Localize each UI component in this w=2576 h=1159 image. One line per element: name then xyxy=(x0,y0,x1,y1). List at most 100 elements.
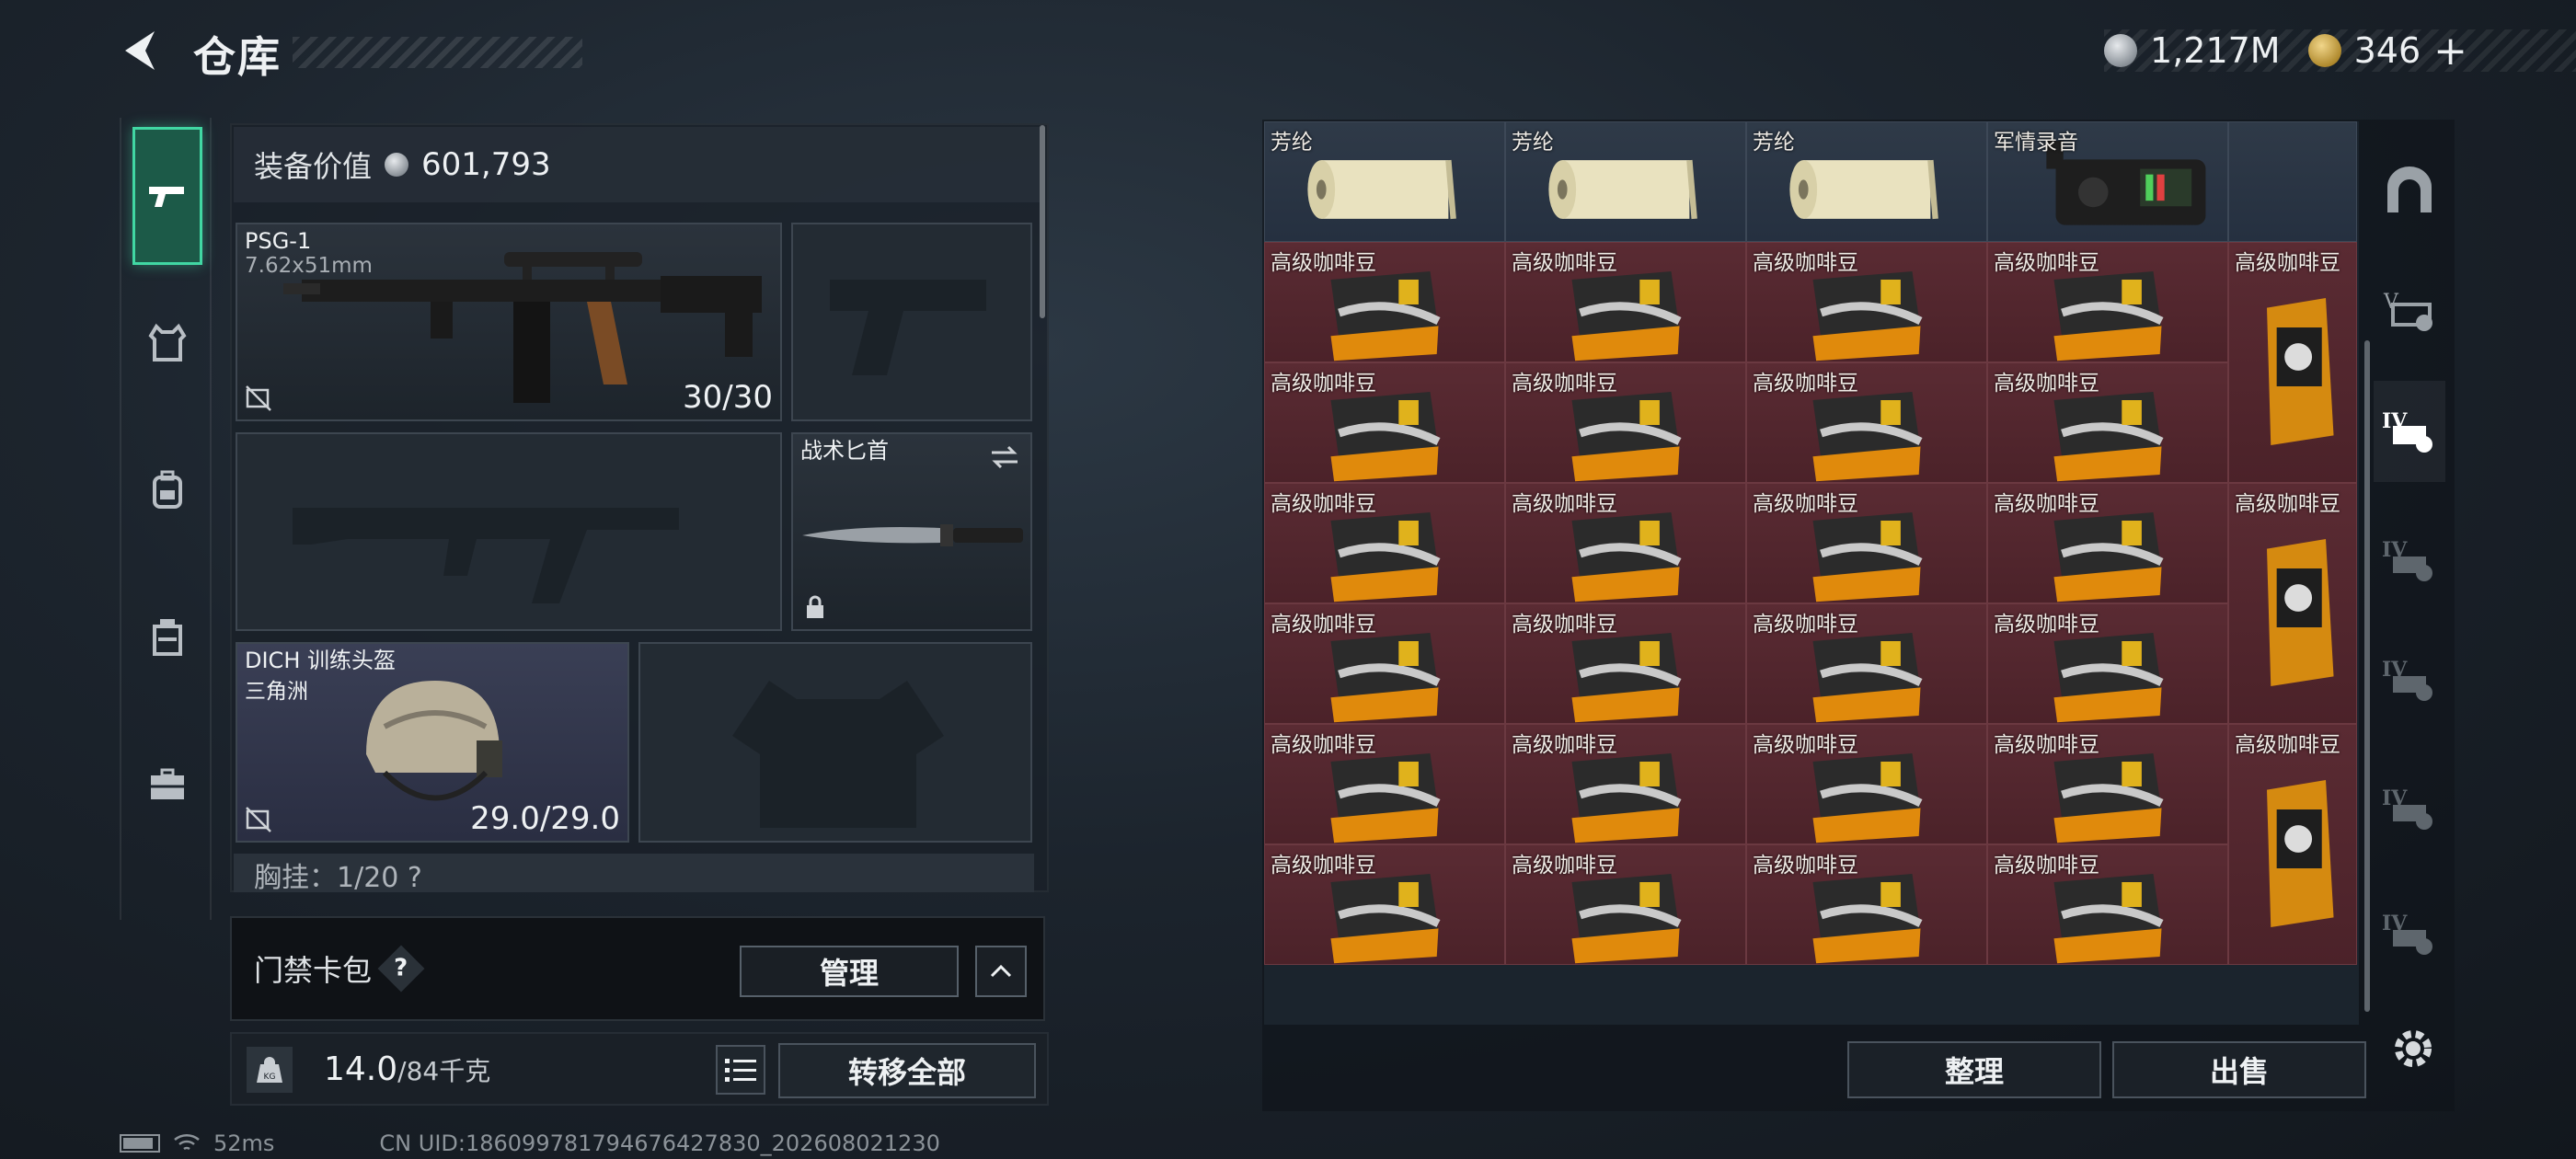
swap-icon[interactable] xyxy=(988,443,1021,471)
coffee-bag-image xyxy=(2053,512,2164,602)
manage-button[interactable]: 管理 xyxy=(740,946,959,997)
stash-rail: V IV IV IV IV IV xyxy=(2364,120,2455,1021)
armor-slot[interactable] xyxy=(638,642,1032,843)
coffee-bag-image xyxy=(1812,512,1923,602)
rail-case[interactable] xyxy=(132,716,202,854)
rr-stash-5[interactable]: V xyxy=(2374,261,2445,362)
item-label: 高级咖啡豆 xyxy=(1994,854,2099,878)
coffee-bean-item-tall[interactable]: 高级咖啡豆 xyxy=(2228,724,2357,965)
ping-value: 52ms xyxy=(213,1130,275,1156)
rr-stash-main[interactable] xyxy=(2374,142,2445,243)
transfer-all-button[interactable]: 转移全部 xyxy=(778,1043,1036,1098)
coffee-bean-item[interactable]: 高级咖啡豆 xyxy=(1987,362,2228,483)
coffee-bean-item[interactable]: 高级咖啡豆 xyxy=(1746,483,1987,603)
helmet-durability: 29.0/29.0 xyxy=(470,800,620,837)
coffee-bean-item[interactable]: 高级咖啡豆 xyxy=(1746,844,1987,965)
coffee-bean-item[interactable]: 高级咖啡豆 xyxy=(1505,362,1746,483)
aramid-roll-image xyxy=(1789,159,1938,220)
rr-stash-4e[interactable]: IV xyxy=(2374,883,2445,984)
expand-button[interactable] xyxy=(975,946,1027,997)
help-label: ? xyxy=(394,955,408,982)
storage-grid: 芳纶 芳纶 芳纶 军情录音 高级咖啡豆 高级咖啡豆 高级咖啡豆 高级咖啡豆 高级咖啡豆 高级咖啡豆… xyxy=(1264,121,2359,1025)
add-currency-button[interactable]: + xyxy=(2433,28,2467,75)
briefcase-icon xyxy=(151,768,184,799)
rail-armor[interactable] xyxy=(132,274,202,412)
coffee-bean-item[interactable]: 高级咖啡豆 xyxy=(1987,483,2228,603)
storage-item-recorder[interactable]: 军情录音 xyxy=(1987,121,2228,242)
gear-icon[interactable] xyxy=(2387,1023,2439,1074)
coffee-bean-item[interactable]: 高级咖啡豆 xyxy=(1505,724,1746,844)
weight-value: 14.0/84千克 xyxy=(324,1050,490,1088)
rr-stash-4b[interactable]: IV xyxy=(2374,510,2445,611)
rail-weapons[interactable] xyxy=(132,127,202,265)
rig-icon xyxy=(153,619,182,656)
coffee-bean-item[interactable]: 高级咖啡豆 xyxy=(1505,603,1746,724)
currency-bar: 1,217M 346 + xyxy=(2104,28,2576,75)
coffee-bean-item[interactable]: 高级咖啡豆 xyxy=(1746,242,1987,362)
coffee-bean-item[interactable]: 高级咖啡豆 xyxy=(1987,603,2228,724)
primary-weapon-slot[interactable]: PSG-1 7.62x51mm 30/30 xyxy=(236,223,782,421)
secondary-weapon-slot[interactable] xyxy=(791,223,1032,421)
storage-item-aramid[interactable]: 芳纶 xyxy=(1264,121,1505,242)
sort-button[interactable]: 整理 xyxy=(1847,1041,2101,1098)
pistol-placeholder-icon xyxy=(830,280,986,375)
help-button[interactable]: ? xyxy=(377,945,425,993)
coffee-bean-item[interactable]: 高级咖啡豆 xyxy=(1987,844,2228,965)
coffee-bag-tall-image xyxy=(2267,780,2334,927)
coffee-bean-item[interactable]: 高级咖啡豆 xyxy=(1264,483,1505,603)
lock-icon xyxy=(807,595,823,618)
storage-item-aramid[interactable]: 芳纶 xyxy=(1746,121,1987,242)
coffee-bean-item[interactable]: 高级咖啡豆 xyxy=(1987,724,2228,844)
coffee-bean-item[interactable]: 高级咖啡豆 xyxy=(1987,242,2228,362)
coffee-bean-item[interactable]: 高级咖啡豆 xyxy=(1746,724,1987,844)
coffee-bean-item-tall[interactable]: 高级咖啡豆 xyxy=(2228,483,2357,724)
melee-slot[interactable]: 战术匕首 xyxy=(791,432,1032,631)
coffee-bean-item[interactable]: 高级咖啡豆 xyxy=(1505,483,1746,603)
item-label: 高级咖啡豆 xyxy=(2235,492,2340,516)
item-label: 高级咖啡豆 xyxy=(1271,492,1376,516)
rail-backpack[interactable] xyxy=(132,421,202,559)
gold-coin-icon xyxy=(2307,34,2341,67)
coffee-bag-image xyxy=(1812,633,1923,723)
chest-rig-row[interactable]: 胸挂：1/20 ? xyxy=(234,854,1034,892)
coffee-bean-item[interactable]: 高级咖啡豆 xyxy=(1746,362,1987,483)
rr-stash-4c[interactable]: IV xyxy=(2374,629,2445,730)
back-arrow-icon[interactable] xyxy=(118,26,167,75)
rail-rig[interactable] xyxy=(132,568,202,706)
coffee-bean-item[interactable]: 高级咖啡豆 xyxy=(1264,844,1505,965)
item-label: 高级咖啡豆 xyxy=(1753,492,1858,516)
item-label: 芳纶 xyxy=(1753,131,1795,155)
list-view-button[interactable] xyxy=(716,1045,765,1095)
secondary-primary-slot[interactable] xyxy=(236,432,782,631)
item-label: 高级咖啡豆 xyxy=(1994,733,2099,757)
coffee-bean-item[interactable]: 高级咖啡豆 xyxy=(1264,242,1505,362)
coffee-bean-item[interactable]: 高级咖啡豆 xyxy=(1264,362,1505,483)
item-label: 高级咖啡豆 xyxy=(1271,854,1376,878)
coffee-bean-item-tall[interactable]: 高级咖啡豆 xyxy=(2228,242,2357,483)
coffee-bag-image xyxy=(2053,753,2164,843)
coffee-bean-item[interactable]: 高级咖啡豆 xyxy=(1505,242,1746,362)
coffee-bag-image xyxy=(1330,874,1441,964)
rifle-placeholder-icon xyxy=(293,508,679,603)
storage-item-aramid[interactable]: 芳纶 xyxy=(1505,121,1746,242)
coffee-bean-item[interactable]: 高级咖啡豆 xyxy=(1746,603,1987,724)
status-bar: 52ms CN UID:1860997817946764​27830_20260… xyxy=(120,1128,940,1159)
item-label: 军情录音 xyxy=(1994,131,2078,155)
stash-iv-locked-icon: IV xyxy=(2382,912,2432,955)
storage-cell-empty[interactable] xyxy=(2228,121,2357,242)
coffee-bag-image xyxy=(1571,392,1682,482)
equipment-scrollbar[interactable] xyxy=(1040,125,1045,318)
backpack-icon xyxy=(153,470,182,509)
coffee-bean-item[interactable]: 高级咖啡豆 xyxy=(1264,603,1505,724)
title-decoration xyxy=(293,37,582,68)
equipment-value: 601,793 xyxy=(421,146,551,183)
sell-button[interactable]: 出售 xyxy=(2112,1041,2366,1098)
coffee-bean-item[interactable]: 高级咖啡豆 xyxy=(1264,724,1505,844)
coffee-bean-item[interactable]: 高级咖啡豆 xyxy=(1505,844,1746,965)
stash-iv-locked-icon: IV xyxy=(2382,538,2432,581)
rr-stash-4a[interactable]: IV xyxy=(2374,381,2445,482)
rr-stash-4d[interactable]: IV xyxy=(2374,758,2445,859)
category-rail xyxy=(120,118,212,920)
helmet-slot[interactable]: DICH 训练头盔 三角洲 29.0/29.0 xyxy=(236,642,629,843)
coffee-bag-image xyxy=(1330,512,1441,602)
